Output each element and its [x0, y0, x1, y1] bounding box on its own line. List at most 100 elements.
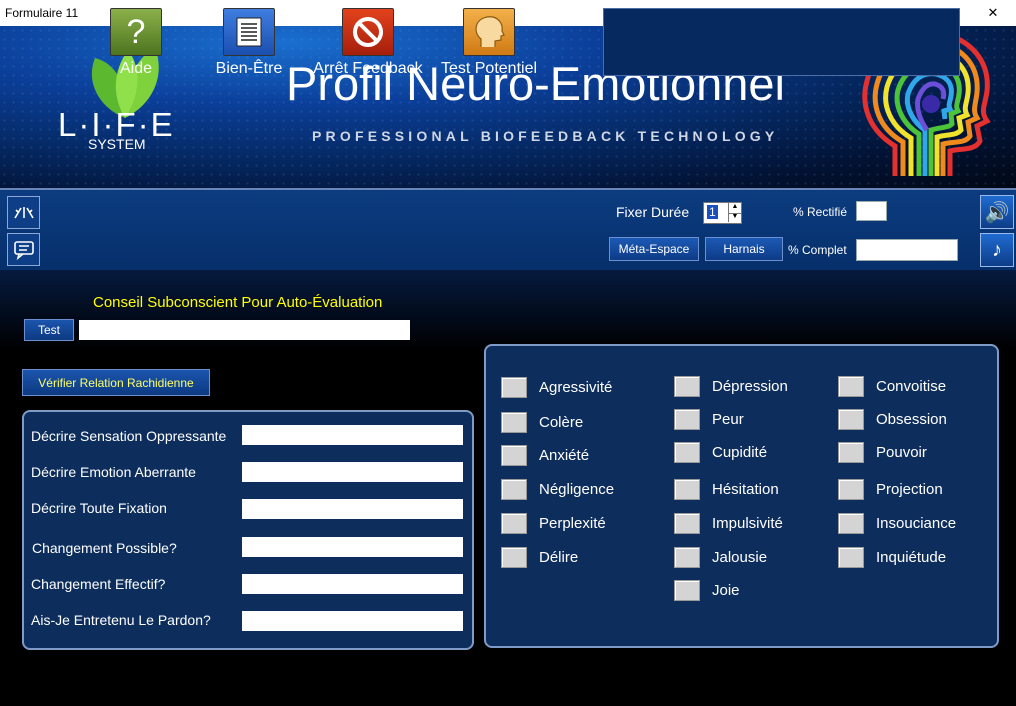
bien-etre-button[interactable]: Bien-Être [214, 8, 284, 78]
question-field[interactable] [242, 462, 463, 482]
emotion-option[interactable]: Négligence [501, 479, 614, 500]
emotion-label: Joie [712, 582, 740, 599]
chat-bubble-icon [13, 240, 34, 260]
question-field[interactable] [242, 425, 463, 445]
question-field[interactable] [242, 611, 463, 631]
emotion-checkbox[interactable] [838, 376, 864, 397]
arret-feedback-button[interactable]: Arrêt Feedback [311, 8, 425, 78]
logo-system-text: SYSTEM [88, 136, 146, 152]
emotion-option[interactable]: Colère [501, 412, 583, 433]
test-potentiel-label: Test Potentiel [440, 60, 538, 77]
emotion-label: Insouciance [876, 515, 957, 532]
emotion-checkbox[interactable] [501, 479, 527, 500]
emotion-option[interactable]: Dépression [674, 376, 788, 397]
rectifie-field[interactable] [856, 201, 887, 221]
emotion-label: Dépression [712, 378, 788, 395]
emotion-checkbox[interactable] [501, 377, 527, 398]
emotion-option[interactable]: Joie [674, 580, 740, 601]
meter-icon [13, 206, 34, 218]
emotion-option[interactable]: Agressivité [501, 377, 612, 398]
emotion-label: Jalousie [712, 549, 768, 566]
emotion-checkbox[interactable] [501, 445, 527, 466]
emotion-label: Colère [539, 414, 584, 431]
emotion-checkbox[interactable] [674, 479, 700, 500]
emotion-checkbox[interactable] [674, 513, 700, 534]
rectifie-label: % Rectifié [793, 205, 848, 219]
stop-icon [342, 8, 394, 56]
question-field[interactable] [242, 574, 463, 594]
emotion-option[interactable]: Cupidité [674, 442, 767, 463]
music-note-icon: ♪ [992, 238, 1002, 261]
emotion-checkbox[interactable] [674, 376, 700, 397]
question-label: Changement Possible? [32, 540, 177, 556]
emotion-checkbox[interactable] [838, 479, 864, 500]
question-field[interactable] [242, 537, 463, 557]
emotion-option[interactable]: Pouvoir [838, 442, 927, 463]
emotion-label: Pouvoir [876, 444, 927, 461]
arret-feedback-label: Arrêt Feedback [313, 60, 423, 77]
emotion-checkbox[interactable] [674, 547, 700, 568]
emotion-label: Anxiété [539, 447, 590, 464]
emotion-option[interactable]: Insouciance [838, 513, 956, 534]
emotion-option[interactable]: Délire [501, 547, 578, 568]
emotion-label: Impulsivité [712, 515, 783, 532]
test-button[interactable]: Test [24, 319, 74, 341]
emotion-label: Cupidité [712, 444, 768, 461]
sound-button[interactable]: 🔊 [980, 195, 1014, 229]
emotion-label: Agressivité [539, 379, 613, 396]
question-label: Ais-Je Entretenu Le Pardon? [31, 612, 211, 628]
page-subtitle: PROFESSIONAL BIOFEEDBACK TECHNOLOGY [312, 128, 779, 144]
emotion-checkbox[interactable] [501, 412, 527, 433]
emotion-option[interactable]: Anxiété [501, 445, 589, 466]
emotion-checkbox[interactable] [838, 442, 864, 463]
aide-button[interactable]: ? Aide [108, 8, 164, 78]
emotion-checkbox[interactable] [501, 547, 527, 568]
emotion-checkbox[interactable] [501, 513, 527, 534]
emotion-option[interactable]: Projection [838, 479, 943, 500]
meter-button[interactable] [7, 196, 40, 229]
emotion-checkbox[interactable] [674, 580, 700, 601]
question-label: Décrire Sensation Oppressante [31, 428, 227, 444]
emotion-label: Négligence [539, 481, 615, 498]
emotion-option[interactable]: Peur [674, 409, 744, 430]
bien-etre-label: Bien-Être [215, 60, 283, 77]
fixer-duree-spinner[interactable]: 1 ▲ ▼ [703, 202, 742, 224]
emotion-label: Perplexité [539, 515, 606, 532]
emotion-option[interactable]: Obsession [838, 409, 947, 430]
spin-down-icon[interactable]: ▼ [728, 213, 741, 222]
emotion-label: Convoitise [876, 378, 947, 395]
question-label: Changement Effectif? [31, 576, 166, 592]
emotion-option[interactable]: Impulsivité [674, 513, 783, 534]
emotion-label: Hésitation [712, 481, 779, 498]
test-potentiel-button[interactable]: Test Potentiel [440, 8, 538, 78]
emotion-option[interactable]: Jalousie [674, 547, 767, 568]
emotion-checkbox[interactable] [838, 547, 864, 568]
question-label: Décrire Emotion Aberrante [31, 464, 196, 480]
emotion-label: Obsession [876, 411, 947, 428]
emotion-checkbox[interactable] [838, 409, 864, 430]
emotion-option[interactable]: Perplexité [501, 513, 606, 534]
fixer-duree-label: Fixer Durée [616, 204, 690, 220]
emotion-checkbox[interactable] [674, 409, 700, 430]
emotion-option[interactable]: Hésitation [674, 479, 779, 500]
chat-button[interactable] [7, 233, 40, 266]
emotion-checkbox[interactable] [838, 513, 864, 534]
music-button[interactable]: ♪ [980, 233, 1014, 267]
harnais-button[interactable]: Harnais [705, 237, 783, 261]
question-icon: ? [110, 8, 162, 56]
conseil-heading: Conseil Subconscient Pour Auto-Évaluatio… [93, 294, 383, 311]
control-panel [603, 8, 960, 76]
verifier-relation-button[interactable]: Vérifier Relation Rachidienne [22, 369, 210, 396]
emotion-option[interactable]: Inquiétude [838, 547, 946, 568]
complet-field[interactable] [856, 239, 958, 261]
emotion-checkbox[interactable] [674, 442, 700, 463]
close-icon[interactable]: ✕ [970, 0, 1016, 26]
emotion-option[interactable]: Convoitise [838, 376, 946, 397]
meta-espace-button[interactable]: Méta-Espace [609, 237, 699, 261]
window-title: Formulaire 11 [5, 6, 79, 20]
question-field[interactable] [242, 499, 463, 519]
emotion-label: Inquiétude [876, 549, 947, 566]
question-label: Décrire Toute Fixation [31, 500, 167, 516]
head-profile-icon [463, 8, 515, 56]
test-field[interactable] [79, 320, 410, 340]
